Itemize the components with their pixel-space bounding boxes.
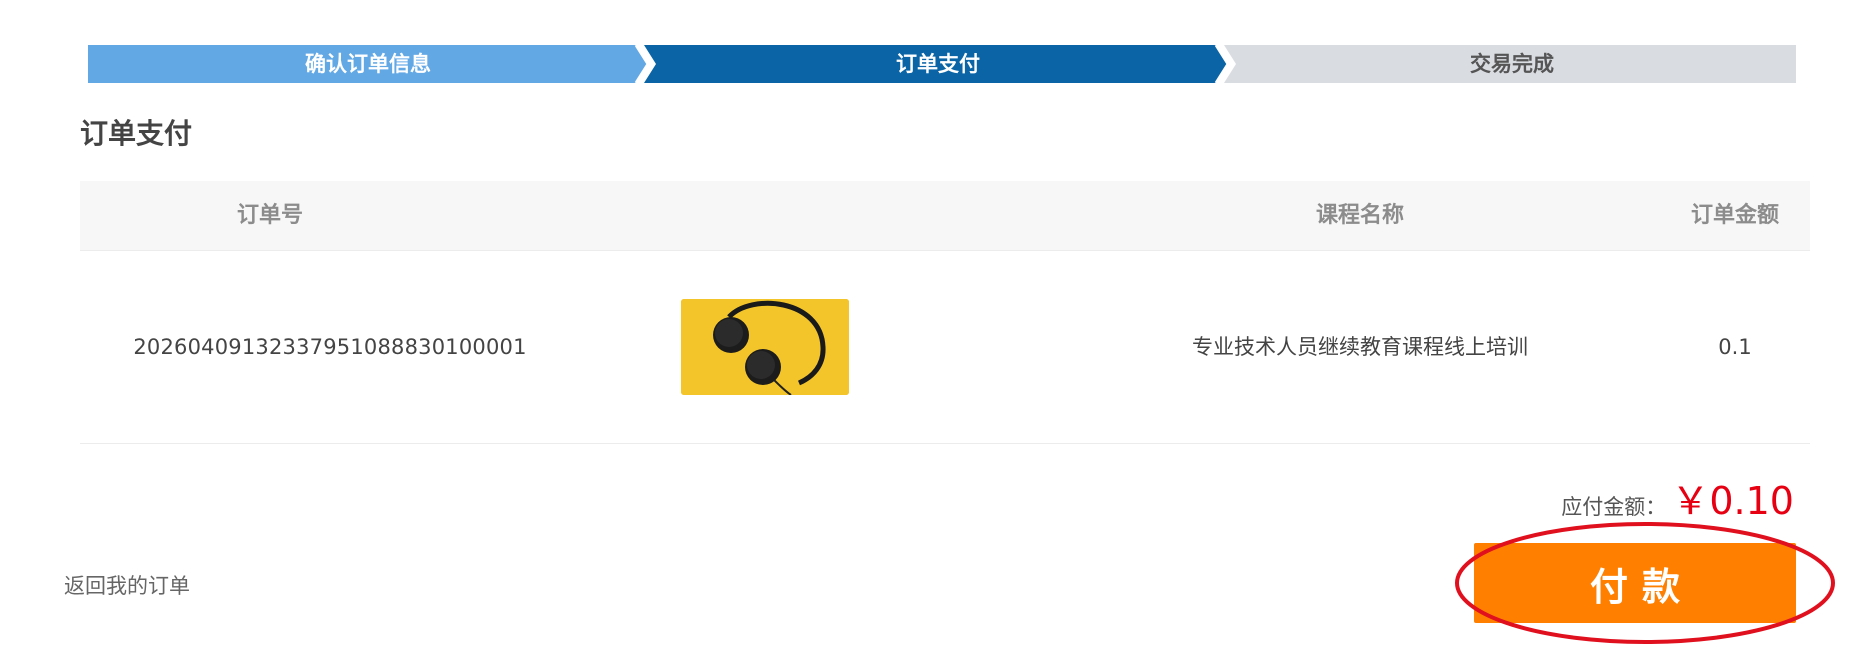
order-table: 订单号 课程名称 订单金额 20260409132337951088830100… bbox=[80, 181, 1810, 444]
pay-button[interactable]: 付款 bbox=[1474, 543, 1796, 623]
amount-due-label: 应付金额： bbox=[1561, 495, 1667, 519]
order-amount: 0.1 bbox=[1718, 335, 1752, 359]
step-order-payment: 订单支付 bbox=[896, 52, 980, 76]
header-order-no: 订单号 bbox=[236, 203, 303, 228]
amount-due-value: ￥0.10 bbox=[1671, 479, 1794, 523]
header-amount: 订单金额 bbox=[1690, 203, 1779, 228]
table-row: 20260409132337951088830100001 专业技术人员继续教育… bbox=[80, 251, 1810, 444]
step-confirm-order: 确认订单信息 bbox=[305, 52, 431, 76]
course-name: 专业技术人员继续教育课程线上培训 bbox=[1192, 335, 1528, 359]
header-course-name: 课程名称 bbox=[1315, 203, 1404, 228]
step-transaction-complete: 交易完成 bbox=[1470, 52, 1554, 76]
back-to-my-orders-link[interactable]: 返回我的订单 bbox=[64, 570, 190, 600]
amount-due: 应付金额： ￥0.10 bbox=[1561, 470, 1794, 525]
page-title: 订单支付 bbox=[80, 117, 193, 150]
course-thumbnail bbox=[681, 299, 849, 395]
progress-stepper: 确认订单信息 订单支付 交易完成 bbox=[88, 45, 1796, 83]
headphones-icon bbox=[681, 299, 849, 395]
table-header: 订单号 课程名称 订单金额 bbox=[80, 181, 1810, 251]
order-number: 20260409132337951088830100001 bbox=[133, 335, 527, 359]
order-payment-page: 确认订单信息 订单支付 交易完成 订单支付 订单号 课程名称 订单金额 2026… bbox=[0, 0, 1866, 649]
